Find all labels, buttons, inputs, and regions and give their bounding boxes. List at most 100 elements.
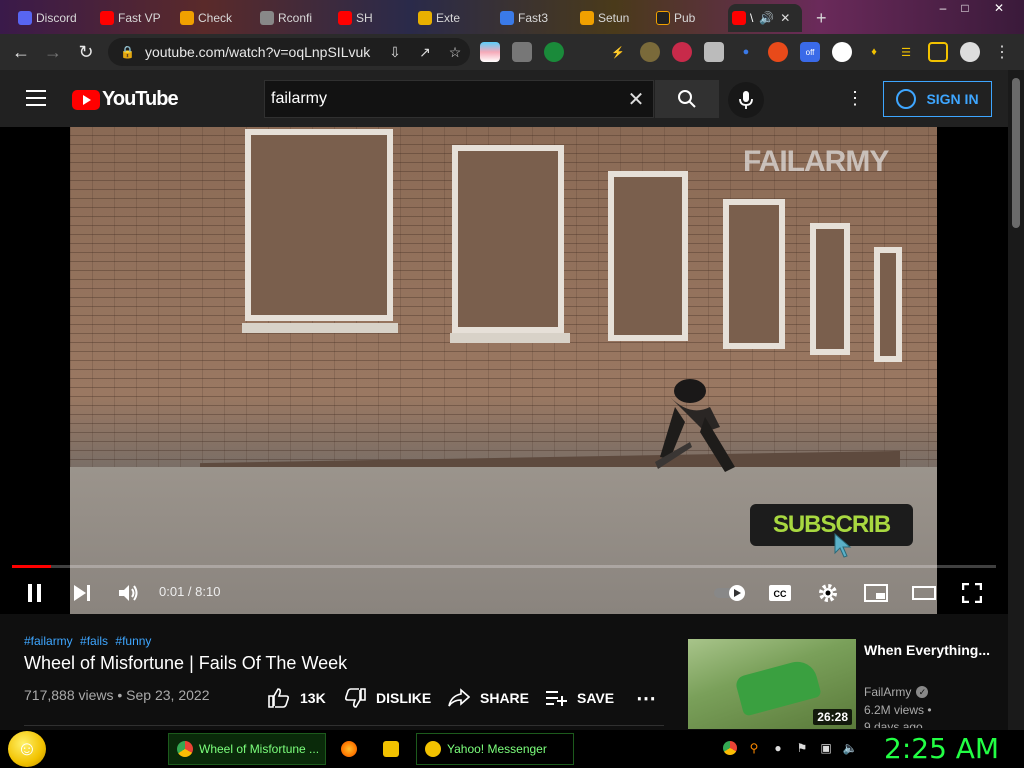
- start-button-smiley-icon[interactable]: ☺: [8, 731, 46, 767]
- taskbar-yahoo-messenger[interactable]: Yahoo! Messenger: [416, 733, 574, 765]
- autoplay-toggle[interactable]: [712, 577, 748, 609]
- extension-icon[interactable]: [512, 42, 532, 62]
- close-window-button[interactable]: ✕: [988, 0, 1010, 18]
- extension-icon[interactable]: [640, 42, 660, 62]
- tray-chrome-icon[interactable]: [722, 741, 738, 757]
- miniplayer-button[interactable]: [860, 577, 892, 609]
- calendar-extension-icon[interactable]: off: [800, 42, 820, 62]
- hashtag-link[interactable]: #fails: [80, 634, 108, 648]
- browser-tab[interactable]: Fast VP: [96, 4, 176, 32]
- tab-favicon: [418, 11, 432, 25]
- install-icon[interactable]: ⇩: [380, 44, 410, 61]
- tray-search-icon[interactable]: ⚲: [746, 741, 762, 757]
- taskbar-firefox[interactable]: [332, 733, 368, 765]
- hashtag-link[interactable]: #funny: [115, 634, 151, 648]
- dislike-button[interactable]: DISLIKE: [344, 686, 431, 710]
- youtube-logo[interactable]: YouTube: [72, 88, 179, 111]
- maximize-button[interactable]: □: [954, 0, 976, 18]
- address-bar[interactable]: 🔒 youtube.com/watch?v=oqLnpSILvuk ⇩ ↗ ☆: [108, 38, 470, 66]
- gear-icon: [819, 584, 837, 602]
- pin-extension-icon[interactable]: ●: [736, 42, 756, 62]
- tab-label: SH: [356, 11, 373, 25]
- extension-icon[interactable]: [704, 42, 724, 62]
- browser-tab-active[interactable]: \ 🔊 ✕: [728, 4, 802, 32]
- minimize-button[interactable]: –: [932, 0, 954, 18]
- close-tab-icon[interactable]: ✕: [780, 11, 790, 25]
- page-scrollbar[interactable]: [1008, 70, 1024, 730]
- browser-tab[interactable]: Rconfi: [256, 4, 334, 32]
- related-video-thumbnail[interactable]: 26:28: [688, 639, 856, 729]
- progress-bar[interactable]: [12, 565, 996, 568]
- tray-volume-icon[interactable]: 🔈: [842, 741, 858, 757]
- car-image: [734, 657, 822, 717]
- browser-tab[interactable]: Fast3: [496, 4, 576, 32]
- youtube-header: YouTube failarmy ✕ ⋮ SIGN IN: [0, 70, 1008, 127]
- related-channel[interactable]: FailArmy ✓: [864, 685, 929, 699]
- shield-extension-icon[interactable]: [544, 42, 564, 62]
- tab-favicon: [500, 11, 514, 25]
- search-input[interactable]: failarmy ✕: [264, 80, 654, 118]
- hamburger-menu-icon[interactable]: [26, 90, 46, 106]
- pause-button[interactable]: [19, 577, 51, 609]
- tab-label: \: [750, 11, 754, 25]
- fullscreen-button[interactable]: [956, 577, 988, 609]
- browser-tab[interactable]: Setun: [576, 4, 652, 32]
- window-image: [874, 247, 902, 362]
- profile-avatar-icon[interactable]: [960, 42, 980, 62]
- more-actions-icon[interactable]: ⋯: [636, 686, 656, 710]
- extension-icon[interactable]: [480, 42, 500, 62]
- browser-tab[interactable]: Pub: [652, 4, 728, 32]
- taskbar-folder[interactable]: [374, 733, 410, 765]
- taskbar-clock[interactable]: 2:25 AM: [884, 732, 999, 765]
- taskbar-chrome-window[interactable]: Wheel of Misfortune ...: [168, 733, 326, 765]
- share-icon[interactable]: ↗: [410, 44, 440, 61]
- subscribe-overlay[interactable]: SUBSCRIB: [750, 504, 913, 546]
- puzzle-extensions-icon[interactable]: ♦: [864, 42, 884, 62]
- volume-button[interactable]: [113, 577, 145, 609]
- back-arrow-icon[interactable]: ←: [5, 36, 37, 68]
- related-video-title[interactable]: When Everything...: [864, 640, 1004, 660]
- search-button[interactable]: [655, 80, 719, 118]
- sign-in-button[interactable]: SIGN IN: [883, 81, 992, 117]
- tray-flag-icon[interactable]: ⚑: [794, 741, 810, 757]
- reload-icon[interactable]: ↻: [70, 36, 102, 68]
- tray-app-icon[interactable]: ●: [770, 741, 786, 757]
- extension-icon[interactable]: [768, 42, 788, 62]
- settings-button[interactable]: [812, 577, 844, 609]
- video-player[interactable]: FAILARMY SUBSCRIB 0:01 / 8:10 CC: [0, 127, 1008, 614]
- voice-search-button[interactable]: [728, 82, 764, 118]
- task-label: Yahoo! Messenger: [447, 742, 547, 756]
- share-button[interactable]: SHARE: [448, 686, 529, 710]
- tray-network-icon[interactable]: ▣: [818, 741, 834, 757]
- browser-tab[interactable]: Exte: [414, 4, 494, 32]
- save-button[interactable]: SAVE: [545, 686, 614, 710]
- clear-search-icon[interactable]: ✕: [619, 87, 653, 112]
- theater-mode-button[interactable]: [908, 577, 940, 609]
- browser-tab[interactable]: Check: [176, 4, 256, 32]
- sidepanel-icon[interactable]: [928, 42, 948, 62]
- browser-tab[interactable]: SH: [334, 4, 414, 32]
- playlist-extension-icon[interactable]: ☰: [896, 42, 916, 62]
- scrollbar-thumb[interactable]: [1012, 78, 1020, 228]
- playlist-add-icon: [546, 691, 567, 706]
- video-frame[interactable]: FAILARMY SUBSCRIB: [70, 127, 937, 614]
- settings-kebab-icon[interactable]: ⋮: [845, 88, 865, 110]
- browser-tab[interactable]: Discord: [14, 4, 94, 32]
- speaker-icon[interactable]: 🔊: [759, 11, 774, 25]
- lightning-extension-icon[interactable]: ⚡: [608, 42, 628, 62]
- captions-button[interactable]: CC: [764, 577, 796, 609]
- like-button[interactable]: 13K: [268, 686, 326, 710]
- hashtag-link[interactable]: #failarmy: [24, 634, 73, 648]
- browser-menu-icon[interactable]: ⋮: [992, 42, 1012, 62]
- forward-arrow-icon[interactable]: →: [37, 36, 69, 68]
- new-tab-button[interactable]: +: [812, 4, 836, 32]
- microphone-icon: [739, 91, 753, 109]
- autoplay-toggle-icon: [714, 585, 745, 601]
- progress-fill: [12, 565, 52, 568]
- extension-icon[interactable]: [672, 42, 692, 62]
- mouse-cursor-icon: [834, 533, 852, 558]
- extension-icon[interactable]: [832, 42, 852, 62]
- bookmark-star-icon[interactable]: ☆: [440, 44, 470, 61]
- next-button[interactable]: [66, 577, 98, 609]
- yahoo-smiley-icon: [425, 741, 441, 757]
